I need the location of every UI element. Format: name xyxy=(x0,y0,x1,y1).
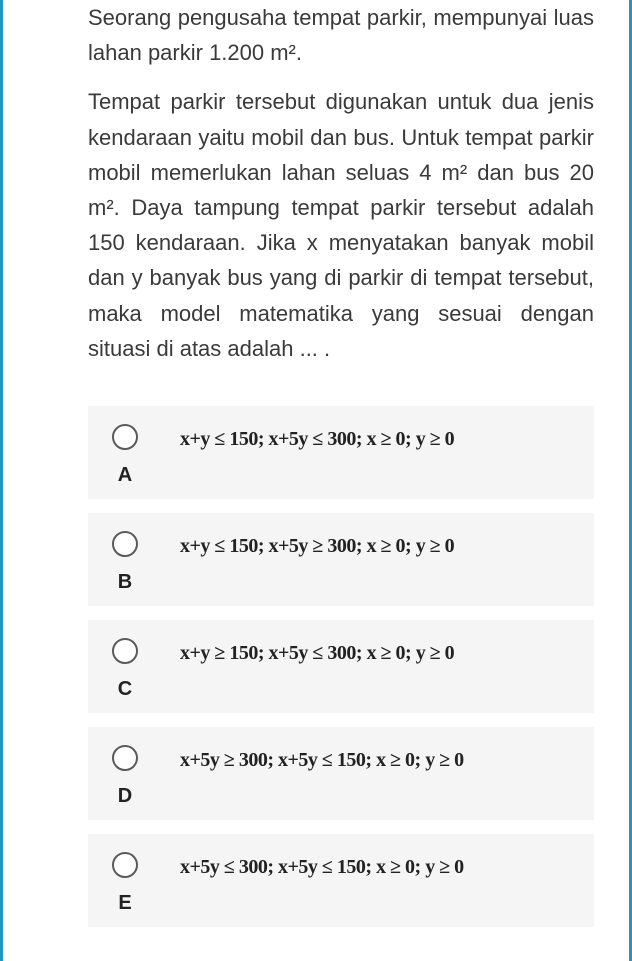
option-d-expression: x+5y ≥ 300; x+5y ≤ 150; x ≥ 0; y ≥ 0 xyxy=(150,745,582,772)
option-e-left: E xyxy=(100,852,150,915)
option-e[interactable]: E x+5y ≤ 300; x+5y ≤ 150; x ≥ 0; y ≥ 0 xyxy=(88,834,594,927)
radio-c[interactable] xyxy=(112,638,138,664)
option-d-label: D xyxy=(118,785,132,808)
option-c-label: C xyxy=(118,678,132,701)
option-a-expression: x+y ≤ 150; x+5y ≤ 300; x ≥ 0; y ≥ 0 xyxy=(150,424,582,451)
radio-b[interactable] xyxy=(112,531,138,557)
option-d[interactable]: D x+5y ≥ 300; x+5y ≤ 150; x ≥ 0; y ≥ 0 xyxy=(88,727,594,820)
quiz-content: Seorang pengusaha tempat parkir, mempuny… xyxy=(3,0,629,961)
option-b[interactable]: B x+y ≤ 150; x+5y ≥ 300; x ≥ 0; y ≥ 0 xyxy=(88,513,594,606)
question-text: Seorang pengusaha tempat parkir, mempuny… xyxy=(88,0,594,366)
option-e-expression: x+5y ≤ 300; x+5y ≤ 150; x ≥ 0; y ≥ 0 xyxy=(150,852,582,879)
question-paragraph-1: Seorang pengusaha tempat parkir, mempuny… xyxy=(88,0,594,70)
radio-d[interactable] xyxy=(112,745,138,771)
option-c-left: C xyxy=(100,638,150,701)
radio-e[interactable] xyxy=(112,852,138,878)
option-b-left: B xyxy=(100,531,150,594)
option-a-label: A xyxy=(118,464,132,487)
option-c[interactable]: C x+y ≥ 150; x+5y ≤ 300; x ≥ 0; y ≥ 0 xyxy=(88,620,594,713)
option-d-left: D xyxy=(100,745,150,808)
quiz-frame: Seorang pengusaha tempat parkir, mempuny… xyxy=(0,0,632,961)
radio-a[interactable] xyxy=(112,424,138,450)
option-b-label: B xyxy=(118,571,132,594)
option-b-expression: x+y ≤ 150; x+5y ≥ 300; x ≥ 0; y ≥ 0 xyxy=(150,531,582,558)
question-paragraph-2: Tempat parkir tersebut digunakan untuk d… xyxy=(88,84,594,366)
options-list: A x+y ≤ 150; x+5y ≤ 300; x ≥ 0; y ≥ 0 B … xyxy=(88,406,594,927)
option-c-expression: x+y ≥ 150; x+5y ≤ 300; x ≥ 0; y ≥ 0 xyxy=(150,638,582,665)
option-e-label: E xyxy=(118,892,131,915)
option-a[interactable]: A x+y ≤ 150; x+5y ≤ 300; x ≥ 0; y ≥ 0 xyxy=(88,406,594,499)
option-a-left: A xyxy=(100,424,150,487)
